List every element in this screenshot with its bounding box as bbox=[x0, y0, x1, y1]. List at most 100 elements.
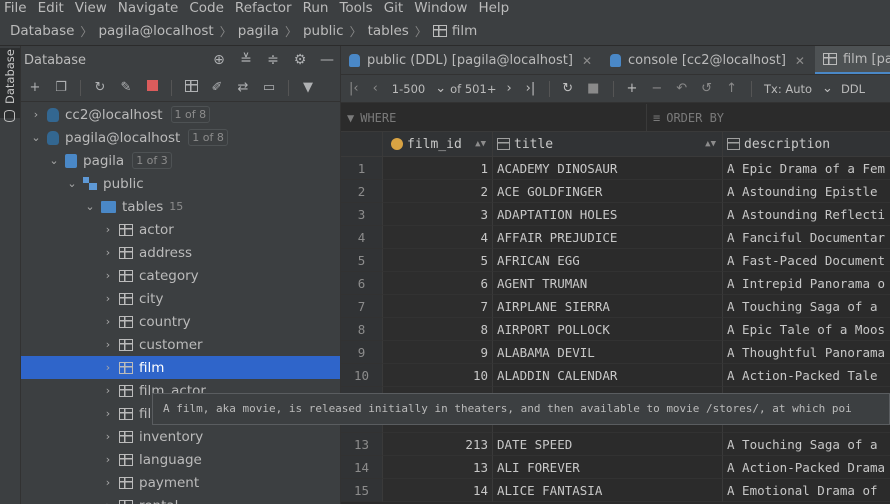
console-icon[interactable]: ▭ bbox=[262, 80, 276, 95]
menu-edit[interactable]: Edit bbox=[33, 0, 70, 17]
menu-tools[interactable]: Tools bbox=[334, 0, 378, 17]
breadcrumb-db[interactable]: pagila bbox=[238, 23, 279, 39]
menu-refactor[interactable]: Refactor bbox=[230, 0, 298, 17]
first-page-icon[interactable]: |‹ bbox=[349, 81, 359, 96]
column-header-title[interactable]: title ▲▼ bbox=[493, 132, 723, 157]
chevron-down-icon[interactable]: ⌄ bbox=[83, 200, 97, 213]
tree-item-pagila-localhost[interactable]: ⌄ pagila@localhost 1 of 8 bbox=[21, 126, 340, 149]
chevron-right-icon[interactable]: › bbox=[101, 499, 115, 504]
cell-description[interactable]: A Intrepid Panorama o bbox=[723, 272, 890, 295]
delete-row-icon[interactable]: − bbox=[651, 81, 662, 96]
tree-item-cc2-localhost[interactable]: › cc2@localhost 1 of 8 bbox=[21, 103, 340, 126]
chevron-right-icon[interactable]: › bbox=[101, 384, 115, 397]
cell-title[interactable]: ALI FOREVER bbox=[493, 456, 723, 479]
breadcrumb-schema[interactable]: public bbox=[303, 23, 344, 39]
row-number[interactable]: 9 bbox=[341, 341, 383, 364]
tree-item-category[interactable]: › category bbox=[21, 264, 340, 287]
cell-film-id[interactable]: 6 bbox=[383, 272, 493, 295]
cell-description[interactable]: A Touching Saga of a bbox=[723, 295, 890, 318]
chevron-right-icon[interactable]: › bbox=[101, 361, 115, 374]
ddl-button[interactable]: DDL bbox=[841, 82, 865, 96]
table-row[interactable]: 15 14 ALICE FANTASIA A Emotional Drama of bbox=[341, 479, 890, 502]
close-icon[interactable]: ✕ bbox=[582, 54, 592, 68]
submit-icon[interactable]: ↑ bbox=[726, 81, 737, 96]
tree-item-customer[interactable]: › customer bbox=[21, 333, 340, 356]
row-number[interactable]: 6 bbox=[341, 272, 383, 295]
cell-film-id[interactable]: 8 bbox=[383, 318, 493, 341]
chevron-right-icon[interactable]: › bbox=[101, 430, 115, 443]
chevron-right-icon[interactable]: › bbox=[101, 223, 115, 236]
previous-page-icon[interactable]: ‹ bbox=[373, 81, 378, 96]
cell-title[interactable]: AGENT TRUMAN bbox=[493, 272, 723, 295]
row-number[interactable]: 15 bbox=[341, 479, 383, 502]
transaction-mode-dropdown[interactable]: Tx: Auto bbox=[764, 82, 812, 96]
cell-description[interactable]: A Epic Drama of a Fem bbox=[723, 157, 890, 180]
breadcrumb-tables[interactable]: tables bbox=[368, 23, 409, 39]
cell-film-id[interactable]: 14 bbox=[383, 479, 493, 502]
cell-title[interactable]: AFRICAN EGG bbox=[493, 249, 723, 272]
row-number[interactable]: 5 bbox=[341, 249, 383, 272]
cell-film-id[interactable]: 10 bbox=[383, 364, 493, 387]
cell-title[interactable]: AFFAIR PREJUDICE bbox=[493, 226, 723, 249]
cell-title[interactable]: ACE GOLDFINGER bbox=[493, 180, 723, 203]
cell-description[interactable]: A Astounding Epistle bbox=[723, 180, 890, 203]
cell-title[interactable]: AIRPORT POLLOCK bbox=[493, 318, 723, 341]
duplicate-icon[interactable]: ❐ bbox=[54, 80, 68, 95]
database-tool-tab[interactable]: Database bbox=[0, 48, 20, 122]
menu-file[interactable]: File bbox=[0, 0, 33, 17]
chevron-right-icon[interactable]: › bbox=[101, 292, 115, 305]
next-page-icon[interactable]: › bbox=[506, 81, 511, 96]
table-row[interactable]: 4 4 AFFAIR PREJUDICE A Fanciful Documentar bbox=[341, 226, 890, 249]
row-number[interactable]: 2 bbox=[341, 180, 383, 203]
cell-description[interactable]: A Touching Saga of a bbox=[723, 433, 890, 456]
filter-icon[interactable]: ▼ bbox=[301, 80, 315, 95]
chevron-right-icon[interactable]: › bbox=[101, 476, 115, 489]
refresh-icon[interactable]: ↻ bbox=[562, 81, 573, 96]
table-row[interactable]: 7 7 AIRPLANE SIERRA A Touching Saga of a bbox=[341, 295, 890, 318]
row-number[interactable]: 3 bbox=[341, 203, 383, 226]
cancel-query-icon[interactable]: ■ bbox=[587, 81, 599, 96]
table-row[interactable]: 1 1 ACADEMY DINOSAUR A Epic Drama of a Fem bbox=[341, 157, 890, 180]
breadcrumb-database[interactable]: Database bbox=[10, 23, 74, 39]
row-number[interactable]: 1 bbox=[341, 157, 383, 180]
tab-public-ddl[interactable]: public (DDL) [pagila@localhost] ✕ bbox=[341, 46, 602, 74]
tree-item-payment[interactable]: › payment bbox=[21, 471, 340, 494]
chevron-right-icon[interactable]: › bbox=[29, 108, 43, 121]
column-header-film-id[interactable]: film_id ▲▼ bbox=[383, 132, 493, 157]
cell-film-id[interactable]: 7 bbox=[383, 295, 493, 318]
row-number[interactable]: 13 bbox=[341, 433, 383, 456]
chevron-down-icon[interactable]: ⌄ bbox=[47, 154, 61, 167]
cell-description[interactable]: A Fast-Paced Document bbox=[723, 249, 890, 272]
properties-icon[interactable]: ✎ bbox=[119, 80, 133, 95]
cell-film-id[interactable]: 9 bbox=[383, 341, 493, 364]
cell-film-id[interactable]: 1 bbox=[383, 157, 493, 180]
chevron-down-icon[interactable]: ⌄ bbox=[65, 177, 79, 190]
menu-code[interactable]: Code bbox=[184, 0, 230, 17]
table-row[interactable]: 8 8 AIRPORT POLLOCK A Epic Tale of a Moos bbox=[341, 318, 890, 341]
tree-item-country[interactable]: › country bbox=[21, 310, 340, 333]
chevron-down-icon[interactable]: ⌄ bbox=[822, 81, 833, 96]
sort-arrows-icon[interactable]: ▲▼ bbox=[475, 139, 486, 149]
tree-item-actor[interactable]: › actor bbox=[21, 218, 340, 241]
tree-item-address[interactable]: › address bbox=[21, 241, 340, 264]
cell-description[interactable]: A Action-Packed Tale bbox=[723, 364, 890, 387]
cell-film-id[interactable]: 213 bbox=[383, 433, 493, 456]
close-icon[interactable]: ✕ bbox=[795, 54, 805, 68]
cell-title[interactable]: ADAPTATION HOLES bbox=[493, 203, 723, 226]
tree-item-film[interactable]: › film bbox=[21, 356, 340, 379]
gear-icon[interactable]: ⚙ bbox=[293, 52, 307, 68]
chevron-down-icon[interactable]: ⌄ bbox=[29, 131, 43, 144]
tab-film[interactable]: film [pagila@localhost] bbox=[814, 46, 890, 74]
page-range-selector[interactable]: 1-500 bbox=[392, 82, 425, 96]
column-header-description[interactable]: description bbox=[723, 132, 890, 157]
cell-description[interactable]: A Epic Tale of a Moos bbox=[723, 318, 890, 341]
tree-item-city[interactable]: › city bbox=[21, 287, 340, 310]
table-row[interactable]: 14 13 ALI FOREVER A Action-Packed Drama bbox=[341, 456, 890, 479]
stop-icon[interactable] bbox=[145, 80, 159, 95]
cell-description[interactable]: A Astounding Reflecti bbox=[723, 203, 890, 226]
menu-help[interactable]: Help bbox=[473, 0, 515, 17]
cell-film-id[interactable]: 2 bbox=[383, 180, 493, 203]
cell-description[interactable]: A Emotional Drama of bbox=[723, 479, 890, 502]
cell-title[interactable]: ALICE FANTASIA bbox=[493, 479, 723, 502]
table-row[interactable]: 3 3 ADAPTATION HOLES A Astounding Reflecti bbox=[341, 203, 890, 226]
